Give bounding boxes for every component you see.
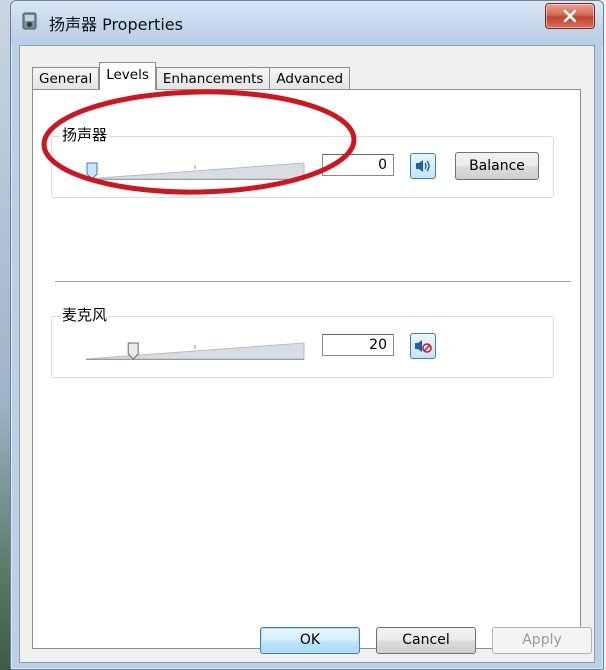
dialog-client-area: General Levels Enhancements Advanced 扬声器… [19,45,595,663]
speaker-device-icon [22,12,37,30]
tab-strip: General Levels Enhancements Advanced [32,62,351,90]
speaker-on-icon [416,160,430,172]
tab-enhancements[interactable]: Enhancements [155,67,271,90]
apply-button[interactable]: Apply [492,627,592,654]
ok-button[interactable]: OK [260,627,360,654]
speaker-group-label: 扬声器 [60,124,110,145]
properties-dialog: 扬声器 Properties General Levels Enhancemen… [10,0,604,670]
close-button[interactable] [545,3,595,29]
balance-button[interactable]: Balance [455,152,539,180]
microphone-group-label: 麦克风 [60,304,110,325]
speaker-muted-icon [415,340,432,353]
microphone-level-group: 麦克风 20 [51,304,554,378]
cancel-button[interactable]: Cancel [376,627,476,654]
speaker-slider-thumb[interactable] [86,162,98,180]
tab-general[interactable]: General [32,67,100,90]
close-icon [563,9,577,23]
speaker-volume-slider[interactable] [86,159,306,181]
speaker-mute-button[interactable] [410,153,436,179]
group-separator [55,281,571,282]
speaker-level-input[interactable]: 0 [322,154,394,176]
tab-advanced[interactable]: Advanced [269,67,351,90]
levels-panel: 扬声器 0 Balance 麦克风 20 [32,89,581,649]
tab-levels[interactable]: Levels [99,62,156,90]
microphone-mute-button[interactable] [410,333,436,359]
microphone-level-input[interactable]: 20 [322,334,394,356]
title-bar[interactable]: 扬声器 Properties [11,1,603,45]
microphone-volume-slider[interactable] [86,339,306,361]
window-title: 扬声器 Properties [49,15,183,34]
speaker-level-group: 扬声器 0 Balance [51,124,554,198]
